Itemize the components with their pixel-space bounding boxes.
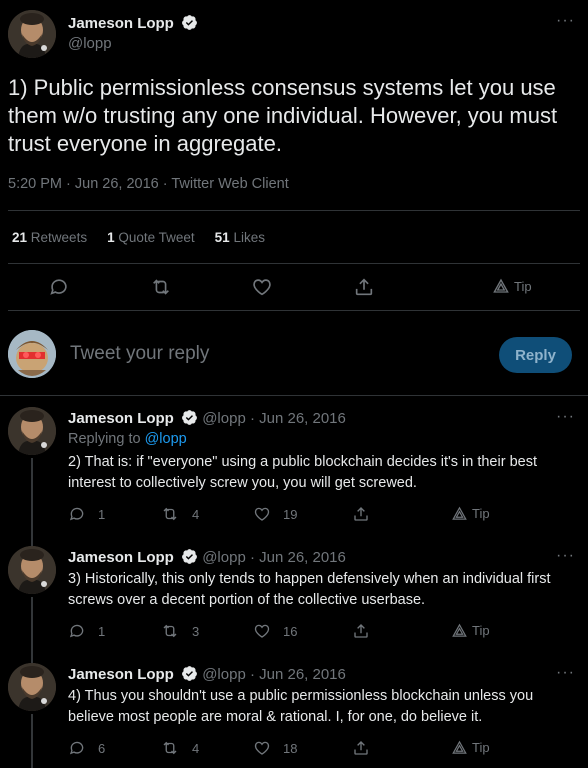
tip-button[interactable]: Tip [452,623,490,638]
retweet-button[interactable]: 4 [160,505,199,523]
like-icon [254,741,270,755]
reply-header: Jameson Lopp @lopp · Jun 26, 2016 [68,409,346,427]
reply-avatar[interactable] [8,663,56,711]
reply-submit-button[interactable]: Reply [499,337,572,373]
reply-text: 4) Thus you shouldn't use a public permi… [68,688,534,725]
like-button[interactable] [251,276,273,298]
tip-icon [452,740,467,754]
reply-meta[interactable]: @lopp · Jun 26, 2016 [202,410,346,427]
more-icon[interactable]: ··· [556,12,575,30]
verified-icon [181,665,198,682]
reply-text: 2) That is: if "everyone" using a public… [68,454,537,491]
reply-icon [69,741,84,755]
share-button[interactable] [352,739,370,757]
like-button[interactable]: 16 [253,622,297,640]
reply-input[interactable]: Tweet your reply [70,343,209,365]
reply-avatar[interactable] [8,407,56,455]
thread-line [31,458,33,546]
share-icon [354,741,368,755]
author-handle[interactable]: @lopp [68,35,112,52]
retweet-button[interactable]: 3 [160,622,199,640]
like-icon [253,279,271,296]
author-name[interactable]: Jameson Lopp [68,15,174,32]
like-button[interactable]: 18 [253,739,297,757]
more-icon[interactable]: ··· [556,547,575,565]
reply-author-name[interactable]: Jameson Lopp [68,666,174,683]
retweet-button[interactable] [149,276,173,298]
retweet-icon [163,741,177,755]
tip-button[interactable]: Tip [452,740,490,755]
divider [8,263,580,264]
reply-icon [69,507,84,521]
reply-header: Jameson Lopp @lopp · Jun 26, 2016 [68,548,346,566]
more-icon[interactable]: ··· [556,664,575,682]
tip-icon [452,623,467,637]
reply-button[interactable]: 1 [68,622,105,640]
share-icon [354,624,368,638]
replying-to: Replying to @lopp [68,431,187,447]
tweet-timestamp[interactable]: 5:20 PM · Jun 26, 2016 · Twitter Web Cli… [8,176,289,192]
tip-icon [493,278,509,293]
thread-line [31,597,33,663]
likes-stat[interactable]: 51 Likes [215,230,265,245]
reply-author-name[interactable]: Jameson Lopp [68,410,174,427]
reply-meta[interactable]: @lopp · Jun 26, 2016 [202,549,346,566]
reply-icon [50,279,67,295]
share-icon [354,507,368,521]
reply-icon [69,624,84,638]
verified-icon [181,409,198,426]
tweet-text: 1) Public permissionless consensus syste… [8,75,558,156]
user-avatar[interactable] [8,330,56,378]
reply-avatar[interactable] [8,546,56,594]
tweet-stats: 21 Retweets 1 Quote Tweet 51 Likes [12,230,265,245]
thread-line [31,714,33,768]
like-icon [254,624,270,638]
reply-meta[interactable]: @lopp · Jun 26, 2016 [202,666,346,683]
retweet-icon [163,507,177,521]
retweet-icon [163,624,177,638]
like-icon [254,507,270,521]
like-button[interactable]: 19 [253,505,297,523]
quote-tweets-stat[interactable]: 1 Quote Tweet [107,230,195,245]
divider [8,210,580,211]
share-button[interactable] [352,622,370,640]
verified-icon [181,548,198,565]
share-icon [355,278,373,296]
share-button[interactable] [352,505,370,523]
replying-to-link[interactable]: @lopp [145,431,187,447]
reply-text: 3) Historically, this only tends to happ… [68,571,551,608]
retweets-stat[interactable]: 21 Retweets [12,230,87,245]
divider [8,310,580,311]
tip-button[interactable]: Tip [493,278,532,294]
share-button[interactable] [353,276,375,298]
verified-icon [181,14,198,31]
author-avatar[interactable] [8,10,56,58]
more-icon[interactable]: ··· [556,408,575,426]
reply-header: Jameson Lopp @lopp · Jun 26, 2016 [68,665,346,683]
tip-icon [452,506,467,520]
reply-button[interactable] [48,276,70,298]
reply-button[interactable]: 1 [68,505,105,523]
retweet-icon [153,279,169,295]
reply-button[interactable]: 6 [68,739,105,757]
divider [0,395,588,396]
retweet-button[interactable]: 4 [160,739,199,757]
reply-author-name[interactable]: Jameson Lopp [68,549,174,566]
tip-button[interactable]: Tip [452,506,490,521]
